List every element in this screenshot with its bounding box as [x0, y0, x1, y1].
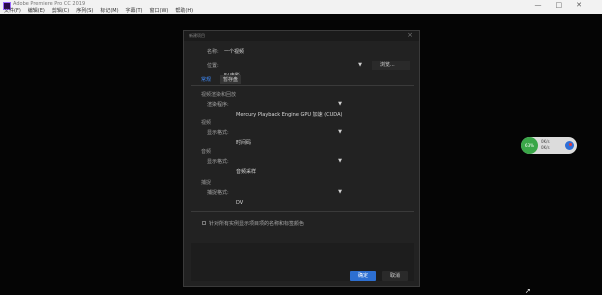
menu-edit[interactable]: 编辑(E): [28, 7, 45, 15]
new-project-dialog: 新建项目 × 名称: 一个视频 位置: F:\电影 ▼ 浏览... 常规 暂存盘…: [183, 30, 420, 287]
video-section-title: 视频: [201, 120, 212, 126]
download-speed: 0K/s: [541, 145, 550, 150]
dialog-tabs: 常规 暂存盘: [198, 75, 242, 84]
renderer-label: 渲染程序:: [207, 102, 229, 108]
menu-file[interactable]: 文件(F): [4, 7, 21, 15]
upload-speed: 0K/s: [541, 139, 550, 144]
renderer-value: Mercury Playback Engine GPU 加速 (CUDA): [236, 112, 343, 118]
video-format-label: 显示格式:: [207, 130, 229, 136]
video-format-dropdown[interactable]: 时间码 ▼: [236, 129, 342, 146]
tab-scratch-disks[interactable]: 暂存盘: [220, 75, 242, 84]
chevron-down-icon: ▼: [338, 189, 342, 195]
accelerator-icon[interactable]: [565, 141, 574, 150]
minimize-icon[interactable]: —: [535, 1, 556, 9]
audio-format-dropdown[interactable]: 音频采样 ▼: [236, 158, 342, 175]
renderer-dropdown[interactable]: Mercury Playback Engine GPU 加速 (CUDA) ▼: [236, 101, 342, 118]
chevron-down-icon: ▼: [338, 101, 342, 107]
tab-general[interactable]: 常规: [198, 75, 214, 84]
checkbox-label: 针对所有实例显示项目项的名称和标签颜色: [209, 221, 305, 227]
video-format-value: 时间码: [236, 140, 252, 146]
network-monitor-widget[interactable]: 63% 0K/s 0K/s: [521, 137, 577, 154]
menu-help[interactable]: 帮助(H): [175, 7, 193, 15]
capture-section-title: 捕捉: [201, 180, 212, 186]
menu-clip[interactable]: 剪辑(C): [52, 7, 69, 15]
location-label: 位置:: [207, 63, 219, 69]
location-dropdown[interactable]: F:\电影 ▼: [224, 62, 362, 79]
project-name-input[interactable]: 一个视频: [224, 48, 244, 55]
window-controls[interactable]: —□✕: [535, 1, 597, 9]
menu-bar: 文件(F) 编辑(E) 剪辑(C) 序列(S) 标记(M) 字幕(T) 窗口(W…: [0, 7, 193, 15]
menu-window[interactable]: 窗口(W): [150, 7, 169, 15]
chevron-down-icon: ▼: [338, 158, 342, 164]
title-bar: Adobe Premiere Pro CC 2019 —□✕ 文件(F) 编辑(…: [0, 0, 602, 14]
menu-title[interactable]: 字幕(T): [126, 7, 143, 15]
chevron-down-icon: ▼: [358, 62, 362, 68]
section-divider: [191, 211, 414, 212]
capture-format-label: 捕捉格式:: [207, 190, 229, 196]
mouse-cursor-icon: ➚: [525, 287, 531, 295]
cancel-button[interactable]: 取消: [382, 271, 408, 281]
dialog-header: 新建项目 ×: [184, 31, 419, 41]
dialog-title: 新建项目: [189, 33, 205, 38]
name-label: 名称:: [207, 49, 219, 55]
capture-format-value: DV: [236, 200, 244, 206]
browse-button[interactable]: 浏览...: [372, 61, 410, 70]
audio-section-title: 音频: [201, 149, 212, 155]
audio-format-value: 音频采样: [236, 169, 257, 175]
render-section-title: 视频渲染和回放: [201, 92, 237, 98]
audio-format-label: 显示格式:: [207, 159, 229, 165]
menu-sequence[interactable]: 序列(S): [76, 7, 93, 15]
ok-button[interactable]: 确定: [350, 271, 376, 281]
chevron-down-icon: ▼: [338, 129, 342, 135]
close-window-icon[interactable]: ✕: [576, 1, 596, 9]
dialog-footer-panel: [191, 243, 414, 281]
tab-divider: [191, 85, 414, 86]
network-usage-gauge: 63%: [521, 137, 538, 154]
label-color-checkbox[interactable]: [202, 221, 206, 225]
maximize-icon[interactable]: □: [556, 1, 577, 9]
menu-marker[interactable]: 标记(M): [100, 7, 118, 15]
capture-format-dropdown[interactable]: DV ▼: [236, 189, 342, 206]
dialog-close-icon[interactable]: ×: [407, 31, 413, 39]
